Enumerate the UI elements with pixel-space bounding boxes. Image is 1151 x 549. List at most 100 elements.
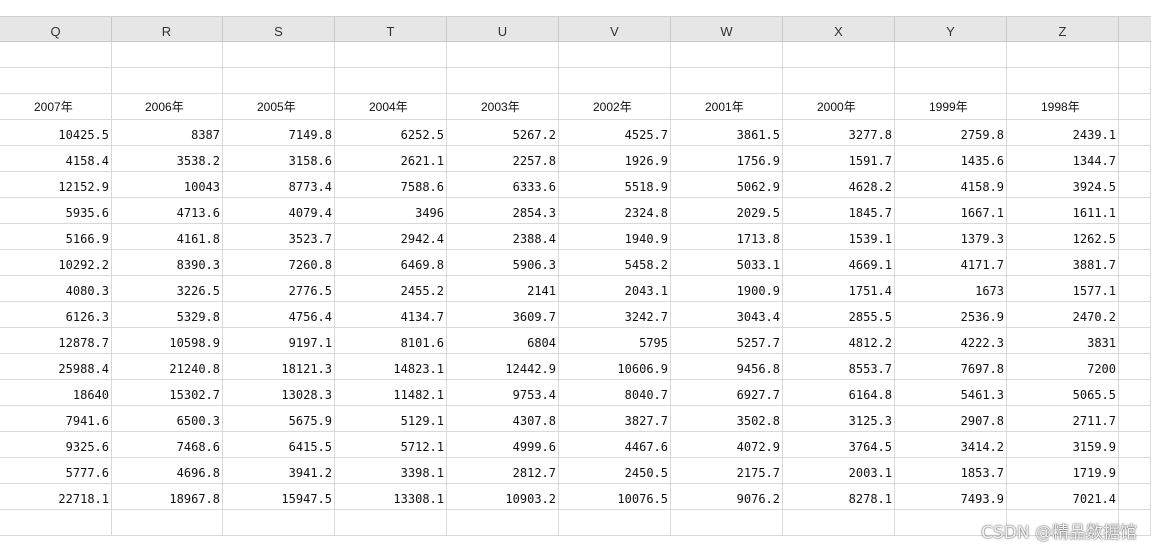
cell[interactable]	[111, 510, 223, 536]
cell[interactable]: 4171.7	[895, 250, 1007, 276]
cell[interactable]	[1119, 406, 1151, 432]
cell[interactable]: 22718.1	[0, 484, 112, 510]
cell[interactable]: 1853.7	[895, 458, 1007, 484]
cell[interactable]: 9456.8	[671, 354, 783, 380]
cell[interactable]: 2000年	[783, 94, 895, 120]
cell[interactable]	[1119, 68, 1151, 94]
cell[interactable]: 10606.9	[559, 354, 671, 380]
cell[interactable]: 1900.9	[671, 276, 783, 302]
cell[interactable]: 3523.7	[223, 224, 335, 250]
cell[interactable]: 8553.7	[783, 354, 895, 380]
cell[interactable]: 2812.7	[447, 458, 559, 484]
cell[interactable]: 5906.3	[447, 250, 559, 276]
cell[interactable]	[783, 68, 895, 94]
cell[interactable]	[1119, 276, 1151, 302]
cell[interactable]: 13308.1	[335, 484, 447, 510]
cell[interactable]: 5461.3	[895, 380, 1007, 406]
cell[interactable]: 12152.9	[0, 172, 112, 198]
cell[interactable]: 1577.1	[1007, 276, 1119, 302]
cell[interactable]: 8773.4	[223, 172, 335, 198]
cell[interactable]: 4079.4	[223, 198, 335, 224]
cell[interactable]: 1435.6	[895, 146, 1007, 172]
cell[interactable]: 7260.8	[223, 250, 335, 276]
cell[interactable]: 2324.8	[559, 198, 671, 224]
cell[interactable]	[559, 510, 671, 536]
cell[interactable]: 2621.1	[335, 146, 447, 172]
cell[interactable]: 4222.3	[895, 328, 1007, 354]
cell[interactable]	[1119, 484, 1151, 510]
column-header-w[interactable]: W	[671, 17, 783, 42]
cell[interactable]: 4756.4	[223, 302, 335, 328]
cell[interactable]: 14823.1	[335, 354, 447, 380]
cell[interactable]: 1751.4	[783, 276, 895, 302]
cell[interactable]: 5257.7	[671, 328, 783, 354]
cell[interactable]: 2907.8	[895, 406, 1007, 432]
cell[interactable]: 3159.9	[1007, 432, 1119, 458]
cell[interactable]: 21240.8	[111, 354, 223, 380]
cell[interactable]	[1119, 302, 1151, 328]
cell[interactable]: 10043	[111, 172, 223, 198]
cell[interactable]: 7468.6	[111, 432, 223, 458]
cell[interactable]: 1344.7	[1007, 146, 1119, 172]
cell[interactable]	[1119, 510, 1151, 536]
cell[interactable]: 7697.8	[895, 354, 1007, 380]
cell[interactable]	[895, 42, 1007, 68]
cell[interactable]	[0, 510, 112, 536]
cell[interactable]: 5935.6	[0, 198, 112, 224]
cell[interactable]: 2007年	[0, 94, 112, 120]
cell[interactable]: 4525.7	[559, 120, 671, 146]
cell[interactable]	[1007, 68, 1119, 94]
cell[interactable]: 6333.6	[447, 172, 559, 198]
cell[interactable]: 2002年	[559, 94, 671, 120]
cell[interactable]: 8390.3	[111, 250, 223, 276]
cell[interactable]: 10292.2	[0, 250, 112, 276]
cell[interactable]	[223, 510, 335, 536]
cell[interactable]	[1119, 328, 1151, 354]
cell[interactable]: 5458.2	[559, 250, 671, 276]
cell[interactable]: 2006年	[111, 94, 223, 120]
cell[interactable]	[447, 42, 559, 68]
cell[interactable]	[0, 42, 112, 68]
cell[interactable]: 8278.1	[783, 484, 895, 510]
cell[interactable]: 15302.7	[111, 380, 223, 406]
cell[interactable]: 8387	[111, 120, 223, 146]
cell[interactable]: 8101.6	[335, 328, 447, 354]
cell[interactable]: 3398.1	[335, 458, 447, 484]
cell[interactable]: 9325.6	[0, 432, 112, 458]
cell[interactable]	[1119, 198, 1151, 224]
cell[interactable]: 5129.1	[335, 406, 447, 432]
cell[interactable]: 15947.5	[223, 484, 335, 510]
cell[interactable]	[1119, 172, 1151, 198]
column-header-y[interactable]: Y	[895, 17, 1007, 42]
cell[interactable]: 3831	[1007, 328, 1119, 354]
column-header-r[interactable]: R	[111, 17, 223, 42]
cell[interactable]: 2942.4	[335, 224, 447, 250]
cell[interactable]	[671, 42, 783, 68]
cell[interactable]: 3609.7	[447, 302, 559, 328]
cell[interactable]: 12442.9	[447, 354, 559, 380]
cell[interactable]: 4161.8	[111, 224, 223, 250]
cell[interactable]	[1119, 146, 1151, 172]
cell[interactable]: 3502.8	[671, 406, 783, 432]
cell[interactable]: 4999.6	[447, 432, 559, 458]
cell[interactable]	[447, 510, 559, 536]
column-header-u[interactable]: U	[447, 17, 559, 42]
cell[interactable]: 2470.2	[1007, 302, 1119, 328]
cell[interactable]: 5777.6	[0, 458, 112, 484]
cell[interactable]: 2175.7	[671, 458, 783, 484]
cell[interactable]	[671, 510, 783, 536]
cell[interactable]: 7588.6	[335, 172, 447, 198]
cell[interactable]: 6469.8	[335, 250, 447, 276]
cell[interactable]: 1673	[895, 276, 1007, 302]
cell[interactable]: 4812.2	[783, 328, 895, 354]
cell[interactable]: 4669.1	[783, 250, 895, 276]
cell[interactable]: 3158.6	[223, 146, 335, 172]
cell[interactable]: 3043.4	[671, 302, 783, 328]
cell[interactable]: 9753.4	[447, 380, 559, 406]
cell[interactable]	[335, 42, 447, 68]
cell[interactable]: 1539.1	[783, 224, 895, 250]
cell[interactable]	[895, 68, 1007, 94]
cell[interactable]: 2257.8	[447, 146, 559, 172]
cell[interactable]: 3125.3	[783, 406, 895, 432]
cell[interactable]: 8040.7	[559, 380, 671, 406]
